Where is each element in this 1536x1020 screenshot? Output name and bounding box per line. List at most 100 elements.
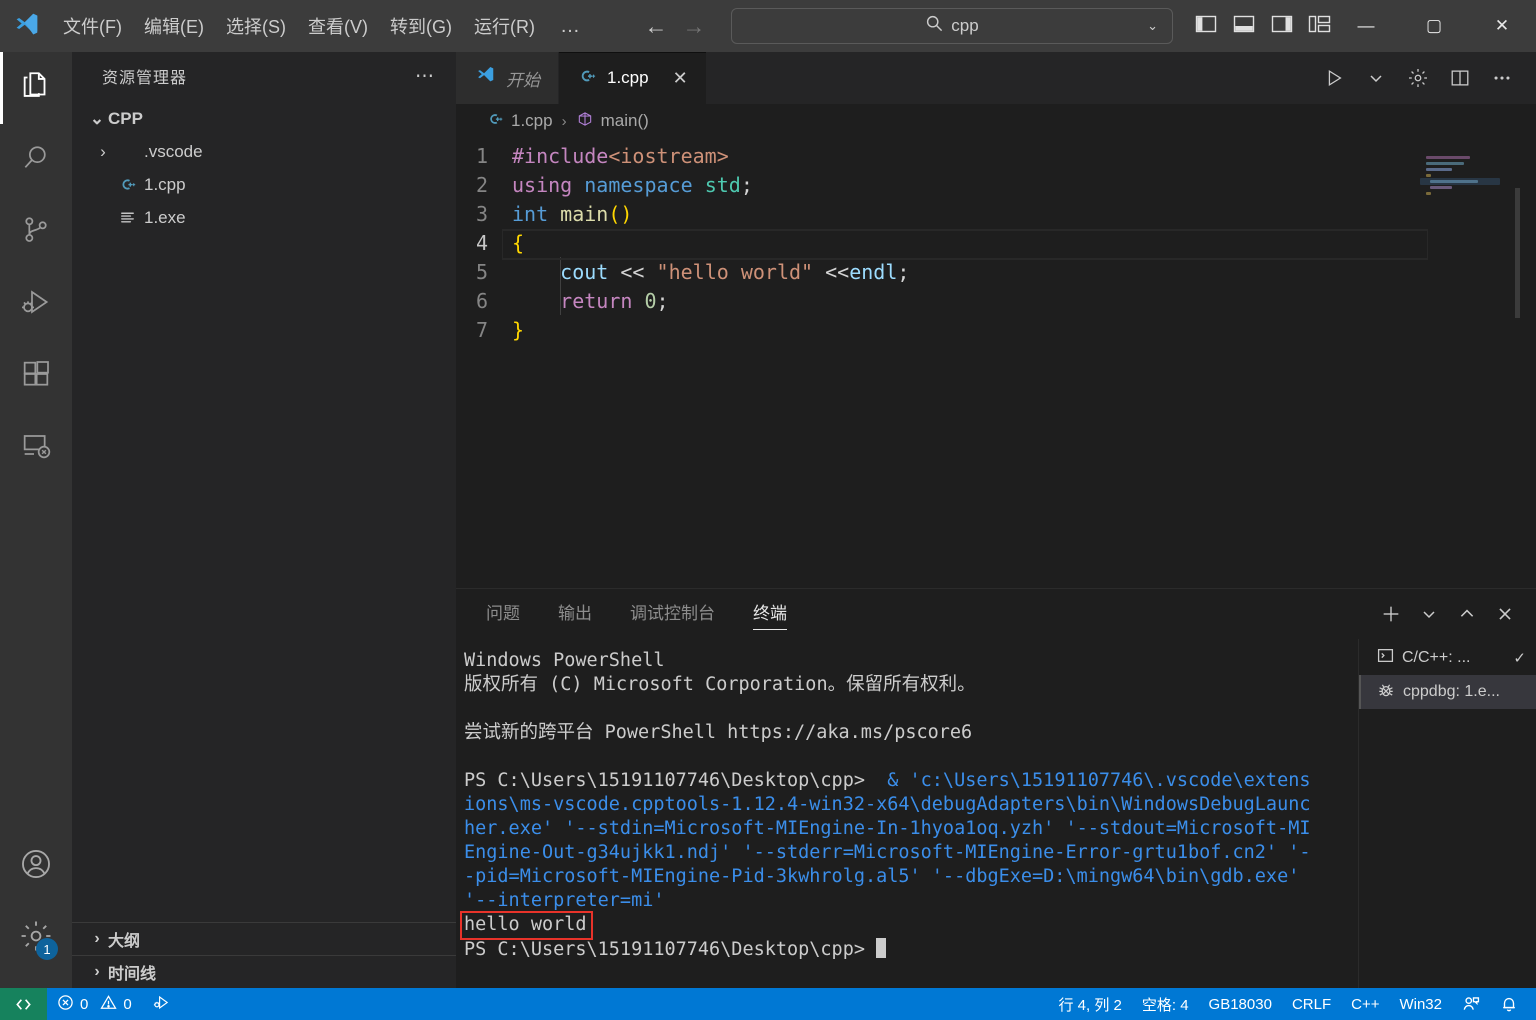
window-controls: — ▢ ✕ xyxy=(1332,0,1536,52)
customize-layout-icon[interactable] xyxy=(1306,10,1334,38)
run-code-button[interactable] xyxy=(1316,60,1352,96)
tree-root-cpp[interactable]: ⌄ CPP xyxy=(72,102,456,135)
maximize-panel-button[interactable] xyxy=(1450,597,1484,631)
sidebar-title: 资源管理器 xyxy=(102,70,188,87)
activity-item-settings[interactable]: 1 xyxy=(0,902,72,974)
panel-tab-problems[interactable]: 问题 xyxy=(486,599,520,630)
extensions-icon xyxy=(20,358,52,395)
terminal-prompt: PS C:\Users\15191107746\Desktop\cpp> xyxy=(464,770,877,791)
tree-item-1exe[interactable]: 1.exe xyxy=(72,201,456,234)
activity-item-source-control[interactable] xyxy=(0,196,72,268)
menu-go[interactable]: 转到(G) xyxy=(379,8,463,44)
status-problems[interactable]: 0 0 xyxy=(47,988,142,1020)
terminal-line: 版权所有 (C) Microsoft Corporation。保留所有权利。 xyxy=(464,674,976,695)
code-line: 1 #include<iostream> xyxy=(456,142,1536,171)
new-terminal-button[interactable] xyxy=(1374,597,1408,631)
close-panel-button[interactable] xyxy=(1488,597,1522,631)
sidebar-section-timeline[interactable]: › 时间线 xyxy=(72,955,456,988)
breadcrumb-symbol[interactable]: main() xyxy=(601,111,649,131)
chevron-right-icon: › xyxy=(94,963,100,980)
activity-item-extensions[interactable] xyxy=(0,340,72,412)
menu-view[interactable]: 查看(V) xyxy=(297,8,379,44)
code-editor[interactable]: 1 #include<iostream> 2 using namespace s… xyxy=(456,138,1536,588)
panel-tab-output[interactable]: 输出 xyxy=(558,599,592,630)
activity-item-explorer[interactable] xyxy=(0,52,72,124)
run-debug-icon xyxy=(20,286,52,323)
account-icon xyxy=(19,847,53,886)
activity-item-accounts[interactable] xyxy=(0,830,72,902)
activity-item-search[interactable] xyxy=(0,124,72,196)
terminal-prompt: PS C:\Users\15191107746\Desktop\cpp> xyxy=(464,939,877,960)
line-text: using namespace std; xyxy=(512,173,753,197)
files-icon xyxy=(19,69,53,108)
encoding[interactable]: GB18030 xyxy=(1199,988,1282,1020)
title-bar: 文件(F) 编辑(E) 选择(S) 查看(V) 转到(G) 运行(R) … ← … xyxy=(0,0,1536,52)
minimap[interactable] xyxy=(1420,146,1520,318)
more-actions-button[interactable] xyxy=(1484,60,1520,96)
file-tree: ⌄ CPP › .vscode 1.cpp 1.exe xyxy=(72,100,456,922)
tree-item-vscode[interactable]: › .vscode xyxy=(72,135,456,168)
panel-tab-terminal[interactable]: 终端 xyxy=(753,599,787,630)
sidebar-more-actions-icon[interactable]: ⋯ xyxy=(415,65,436,88)
status-debug[interactable] xyxy=(142,988,181,1020)
chevron-down-icon[interactable]: ⌄ xyxy=(1147,18,1158,34)
minimap-slider[interactable] xyxy=(1515,188,1520,318)
maximize-button[interactable]: ▢ xyxy=(1400,0,1468,52)
menu-more-icon[interactable]: … xyxy=(546,13,595,40)
terminal-tab-cpp-task[interactable]: C/C++: ... ✓ xyxy=(1359,641,1536,675)
menu-run[interactable]: 运行(R) xyxy=(463,8,546,44)
line-text: #include<iostream> xyxy=(512,144,729,168)
close-tab-icon[interactable]: ✕ xyxy=(673,68,688,89)
code-line: 6 return 0; xyxy=(456,287,1536,316)
terminal-tab-cppdbg[interactable]: cppdbg: 1.e... xyxy=(1359,675,1536,709)
terminal-profile-dropdown[interactable] xyxy=(1412,597,1446,631)
language-mode[interactable]: C++ xyxy=(1341,988,1389,1020)
run-options-dropdown[interactable] xyxy=(1358,60,1394,96)
toggle-secondary-sidebar-icon[interactable] xyxy=(1268,10,1296,38)
eol[interactable]: CRLF xyxy=(1282,988,1341,1020)
code-line-current: 4 { xyxy=(456,229,1536,260)
code-line: 3 int main() xyxy=(456,200,1536,229)
tab-welcome[interactable]: 开始 xyxy=(456,52,559,104)
toggle-primary-sidebar-icon[interactable] xyxy=(1192,10,1220,38)
menu-edit[interactable]: 编辑(E) xyxy=(133,8,215,44)
close-window-button[interactable]: ✕ xyxy=(1468,0,1536,52)
go-forward-icon[interactable]: → xyxy=(681,14,707,38)
menu-file[interactable]: 文件(F) xyxy=(52,8,133,44)
minimize-button[interactable]: — xyxy=(1332,0,1400,52)
notifications-bell-button[interactable] xyxy=(1490,988,1528,1020)
vscode-window: 文件(F) 编辑(E) 选择(S) 查看(V) 转到(G) 运行(R) … ← … xyxy=(0,0,1536,1020)
toggle-panel-icon[interactable] xyxy=(1230,10,1258,38)
sidebar-header: 资源管理器 ⋯ xyxy=(72,52,456,100)
tab-1cpp[interactable]: 1.cpp ✕ xyxy=(559,52,707,104)
line-number: 5 xyxy=(475,260,488,284)
panel-tab-debug-console[interactable]: 调试控制台 xyxy=(630,599,715,630)
breadcrumb: 1.cpp › main() xyxy=(456,104,1536,138)
activity-item-remote-explorer[interactable] xyxy=(0,412,72,484)
tree-item-1cpp[interactable]: 1.cpp xyxy=(72,168,456,201)
cursor-position[interactable]: 行 4, 列 2 xyxy=(1049,988,1132,1020)
remote-indicator[interactable] xyxy=(0,988,47,1020)
editor-tabs: 开始 1.cpp ✕ xyxy=(456,52,1536,104)
terminal-tab-label: cppdbg: 1.e... xyxy=(1403,683,1500,700)
terminal-output[interactable]: Windows PowerShell 版权所有 (C) Microsoft Co… xyxy=(456,639,1358,988)
activity-item-run-debug[interactable] xyxy=(0,268,72,340)
feedback-button[interactable] xyxy=(1452,988,1490,1020)
line-text: return 0; xyxy=(560,289,669,313)
command-center-search[interactable]: cpp ⌄ xyxy=(731,8,1173,44)
indentation[interactable]: 空格: 4 xyxy=(1132,988,1199,1020)
platform[interactable]: Win32 xyxy=(1389,988,1452,1020)
editor-settings-button[interactable] xyxy=(1400,60,1436,96)
workbench-body: 1 资源管理器 ⋯ ⌄ CPP › .vscode 1.cpp 1.exe › … xyxy=(0,52,1536,988)
split-editor-button[interactable] xyxy=(1442,60,1478,96)
terminal-cursor xyxy=(876,938,887,958)
code-content[interactable]: 1 #include<iostream> 2 using namespace s… xyxy=(456,138,1536,588)
line-number: 3 xyxy=(475,202,488,226)
debug-icon xyxy=(1377,681,1395,704)
menu-selection[interactable]: 选择(S) xyxy=(215,8,297,44)
go-back-icon[interactable]: ← xyxy=(643,14,669,38)
sidebar-section-outline[interactable]: › 大纲 xyxy=(72,922,456,955)
code-line: 2 using namespace std; xyxy=(456,171,1536,200)
breadcrumb-file[interactable]: 1.cpp xyxy=(511,111,553,131)
